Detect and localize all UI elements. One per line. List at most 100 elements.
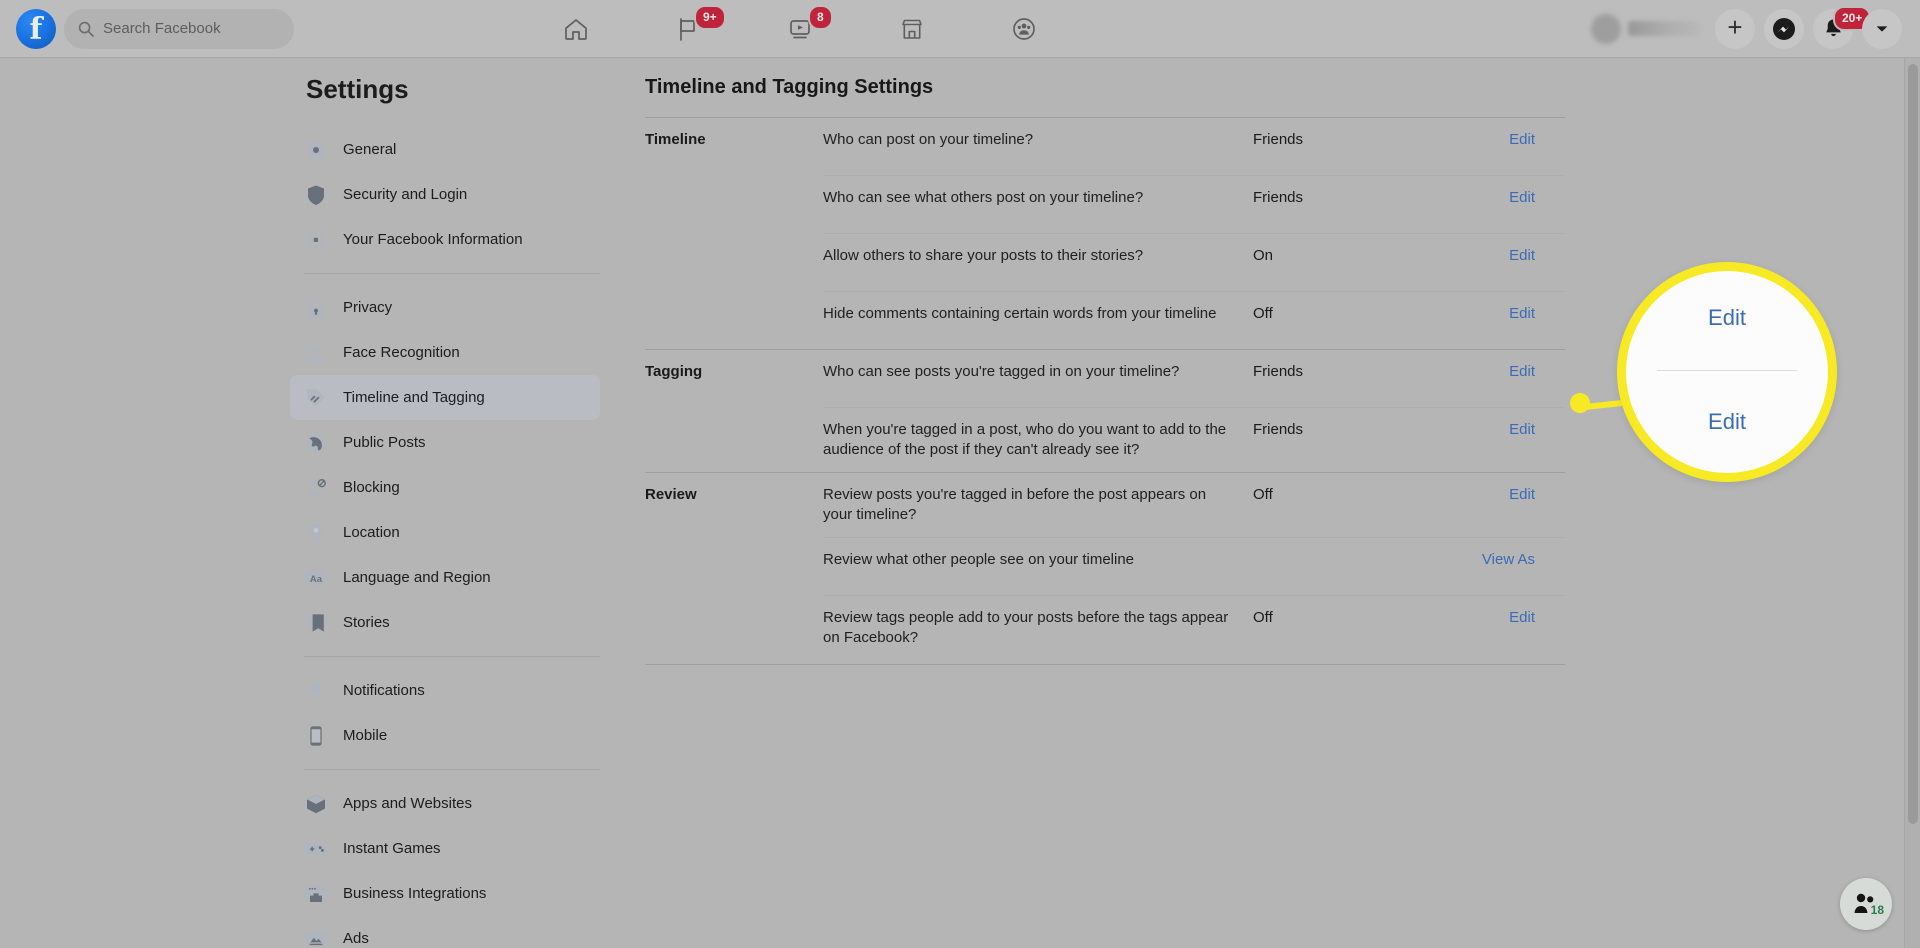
briefcase-window-icon [306,885,325,902]
setting-question: Review what other people see on your tim… [823,550,1135,568]
setting-value: Friends [1253,189,1304,206]
sidebar-item-label: Security and Login [343,186,468,203]
face-scan-icon [306,344,325,361]
language-aa-icon: Aa [306,570,325,585]
sidebar-item-security-and-login[interactable]: Security and Login [290,172,600,217]
sidebar-item-public-posts[interactable]: Public Posts [290,420,600,465]
settings-sidebar: Settings General Security and Login Your F… [0,58,625,948]
setting-question: Allow others to share your posts to thei… [823,247,1144,264]
sidebar-item-your-facebook-information[interactable]: Your Facebook Information [290,217,600,262]
plus-icon: + [1727,12,1743,42]
tag-icon-wrap [304,386,327,409]
section-label [645,550,823,551]
notifications-button[interactable]: 20+ [1813,5,1872,49]
setting-value: Off [1253,305,1273,322]
section-label: Timeline [645,131,706,148]
sidebar-item-stories[interactable]: Stories [290,600,600,645]
edit-link[interactable]: Edit [1425,246,1535,264]
nav-tab-groups[interactable] [968,3,1080,55]
bell-icon [308,681,323,698]
mobile-phone-icon [309,725,322,746]
sidebar-item-business-integrations[interactable]: Business Integrations [290,871,600,916]
sidebar-item-label: Notifications [343,682,425,699]
setting-value: Off [1253,608,1273,626]
edit-link[interactable]: Edit [1425,304,1535,322]
edit-link[interactable]: Edit [1425,188,1535,206]
briefcase-window-icon-wrap [304,882,327,905]
sidebar-item-label: Apps and Websites [343,795,472,812]
setting-question: Hide comments containing certain words f… [823,305,1217,322]
header-left-cluster: Search Facebook [0,8,520,50]
facebook-settings-page: Search Facebook 9+ [0,0,1920,948]
table-row: Who can see what others post on your tim… [645,176,1565,233]
sidebar-item-general[interactable]: General [290,127,600,172]
gamepad-icon [305,843,326,855]
nav-tab-watch[interactable]: 8 [744,3,856,55]
sidebar-item-apps-and-websites[interactable]: Apps and Websites [290,781,600,826]
setting-value: Off [1253,485,1273,503]
contacts-count: 18 [1870,903,1884,917]
search-input[interactable]: Search Facebook [64,8,294,49]
gear-icon-wrap [304,138,327,161]
section-label: Review [645,485,697,503]
sidebar-item-language-and-region[interactable]: Aa Language and Region [290,555,600,600]
table-row: Review tags people add to your posts bef… [645,596,1565,660]
section-label: Tagging [645,363,703,380]
setting-question: Review posts you're tagged in before the… [823,485,1207,523]
edit-link[interactable]: Edit [1425,608,1535,626]
account-profile-shortcut[interactable] [1587,10,1706,48]
sidebar-item-label: Public Posts [343,434,426,451]
sidebar-item-label: Timeline and Tagging [343,389,485,406]
setting-value: Friends [1253,131,1304,148]
messenger-button[interactable] [1764,8,1804,49]
edit-link[interactable]: Edit [1425,362,1535,380]
page-title: Settings [306,74,409,104]
view-as-link[interactable]: View As [1425,550,1535,568]
sidebar-item-instant-games[interactable]: Instant Games [290,826,600,871]
sidebar-item-location[interactable]: Location [290,510,600,555]
gamepad-icon-wrap [304,837,327,860]
sidebar-divider [304,656,600,657]
storefront-icon [902,19,922,39]
sidebar-item-label: Stories [343,614,390,631]
create-button[interactable]: + [1715,8,1755,49]
sidebar-item-label: Privacy [343,299,393,316]
scrollbar-thumb[interactable] [1908,64,1918,824]
setting-value: Friends [1253,421,1304,438]
sidebar-item-notifications[interactable]: Notifications [290,668,600,713]
section-label [645,304,823,305]
cube-icon [306,794,325,813]
zoom-callout-circle: Edit Edit [1617,262,1837,482]
sidebar-item-mobile[interactable]: Mobile [290,713,600,758]
callout-edit-link-bottom[interactable]: Edit [1708,409,1746,435]
sidebar-item-label: Ads [343,930,369,947]
section-label [645,608,823,609]
ad-board-icon-wrap [304,927,327,948]
callout-edit-link-top[interactable]: Edit [1708,305,1746,331]
sidebar-item-label: Your Facebook Information [343,231,523,248]
sidebar-item-face-recognition[interactable]: Face Recognition [290,330,600,375]
facebook-logo-icon[interactable] [16,8,56,50]
edit-link[interactable]: Edit [1425,420,1535,438]
search-placeholder-text: Search Facebook [103,20,221,37]
sidebar-item-blocking[interactable]: Blocking [290,465,600,510]
page-scrollbar[interactable] [1904,58,1920,948]
language-aa-icon-wrap: Aa [304,566,327,589]
book-icon [307,613,324,632]
nav-tab-pages[interactable]: 9+ [632,3,744,55]
sidebar-divider [304,769,600,770]
edit-link[interactable]: Edit [1425,485,1535,503]
nav-tab-marketplace[interactable] [856,3,968,55]
nav-tab-home[interactable] [520,3,632,55]
callout-anchor-dot [1570,393,1590,413]
settings-nav-list: General Security and Login Your Facebook I… [290,127,600,948]
account-menu-button[interactable] [1862,8,1902,49]
sidebar-item-ads[interactable]: Ads [290,916,600,948]
edit-link[interactable]: Edit [1425,130,1535,148]
content-heading: Timeline and Tagging Settings [645,76,934,98]
contacts-button[interactable]: 18 [1840,878,1892,930]
sidebar-item-privacy[interactable]: Privacy [290,285,600,330]
home-icon [565,18,587,40]
sidebar-item-timeline-and-tagging[interactable]: Timeline and Tagging [290,375,600,420]
sidebar-item-label: Location [343,524,400,541]
